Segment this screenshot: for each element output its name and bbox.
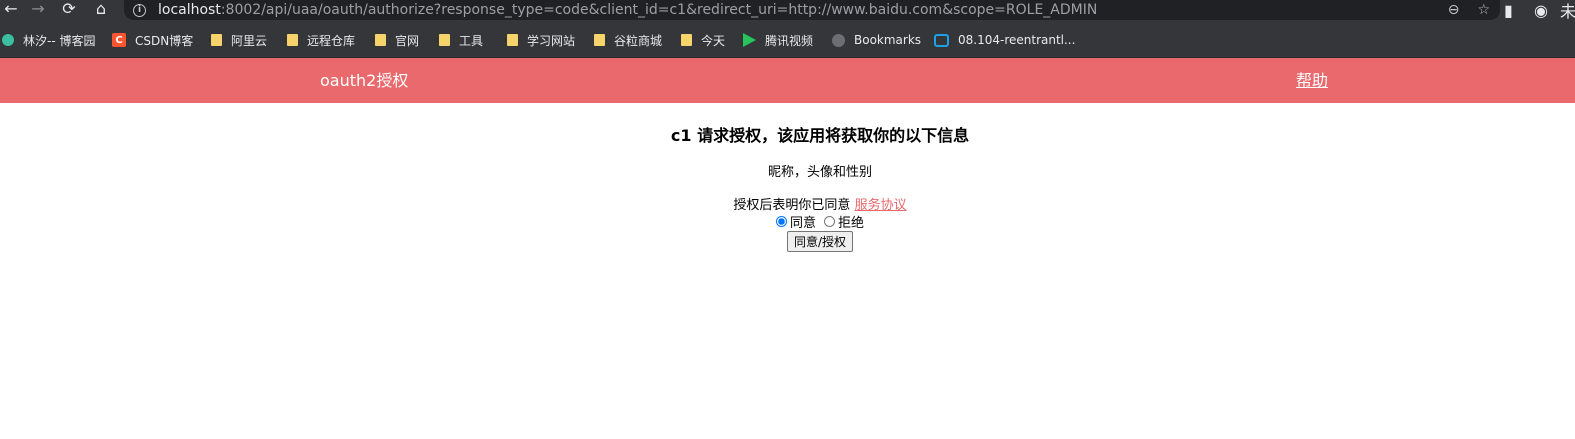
site-info-icon[interactable]: i [133, 3, 146, 17]
folder-icon [211, 34, 222, 46]
globe-icon [832, 33, 845, 47]
bookmark-item[interactable]: 学习网站 [507, 22, 575, 58]
address-bar[interactable]: i localhost:8002/api/uaa/oauth/authorize… [124, 0, 1500, 20]
approve-radio[interactable] [775, 216, 787, 227]
folder-icon [375, 34, 386, 46]
home-icon[interactable]: ⌂ [90, 0, 112, 18]
bookmark-label: Bookmarks [854, 33, 922, 47]
bookmark-item[interactable]: 今天 [681, 22, 725, 58]
agreement-prefix: 授权后表明你已同意 [733, 198, 855, 213]
browser-toolbar: ← → ⟳ ⌂ i localhost:8002/api/uaa/oauth/a… [0, 0, 1575, 22]
bookmark-item[interactable]: 官网 [375, 22, 419, 58]
bookmark-label: 官网 [395, 33, 420, 48]
bookmark-item[interactable]: C CSDN博客 [112, 22, 193, 58]
approve-label: 同意 [789, 216, 816, 231]
bookmark-item[interactable]: 08.104-reentrantl... [934, 22, 1075, 58]
approval-form: 同意 拒绝 [0, 212, 1575, 231]
bilibili-icon [934, 33, 949, 47]
url-path: :8002/api/uaa/oauth/authorize?response_t… [220, 2, 1098, 18]
bookmark-label: 谷粒商城 [614, 33, 663, 48]
bookmark-item[interactable]: Bookmarks [832, 22, 921, 58]
bookmark-label: 今天 [701, 33, 726, 48]
approve-option[interactable]: 同意 [775, 212, 816, 231]
page-title: c1 请求授权，该应用将获取你的以下信息 [670, 126, 970, 145]
bookmark-item[interactable]: 谷粒商城 [594, 22, 662, 58]
bookmark-star-icon[interactable]: ☆ [1477, 2, 1490, 18]
agreement-text: 授权后表明你已同意 服务协议 [0, 194, 1575, 213]
folder-icon [439, 34, 450, 46]
bookmark-item[interactable]: 林汐-- 博客园 [2, 22, 95, 58]
profile-icon[interactable]: 未 [1560, 0, 1575, 21]
url-host: localhost [158, 2, 221, 18]
folder-icon [287, 34, 298, 46]
url-text[interactable]: localhost:8002/api/uaa/oauth/authorize?r… [158, 2, 1097, 18]
help-link[interactable]: 帮助 [1296, 58, 1328, 103]
bookmark-item[interactable]: 腾讯视频 [743, 22, 813, 58]
brand-title: oauth2授权 [320, 71, 409, 90]
forward-icon[interactable]: → [27, 0, 49, 18]
bookmark-label: 林汐-- 博客园 [23, 33, 96, 48]
bookmark-item[interactable]: 工具 [439, 22, 483, 58]
folder-icon [594, 34, 605, 46]
folder-icon [507, 34, 518, 46]
back-icon[interactable]: ← [0, 0, 22, 18]
bookmark-label: 阿里云 [231, 33, 268, 48]
scope-info: 昵称，头像和性别 [767, 165, 872, 180]
bookmark-item[interactable]: 阿里云 [211, 22, 267, 58]
bookmark-label: 学习网站 [527, 33, 576, 48]
reload-icon[interactable]: ⟳ [58, 0, 80, 18]
bookmark-label: CSDN博客 [135, 33, 194, 48]
bookmarks-bar: 林汐-- 博客园 C CSDN博客 阿里云 远程仓库 官网 工具 学习网站 谷粒商… [0, 22, 1575, 58]
submit-row: 同意/授权 [0, 231, 1575, 252]
bookmark-label: 工具 [459, 33, 484, 48]
bookmark-label: 远程仓库 [307, 33, 356, 48]
folder-icon [681, 34, 692, 46]
cnblogs-icon [2, 34, 14, 46]
zoom-icon[interactable]: ⊖ [1448, 2, 1460, 18]
page-header: oauth2授权 帮助 [0, 58, 1575, 103]
deny-label: 拒绝 [838, 216, 865, 231]
side-panel-icon[interactable]: ▮ [1504, 0, 1513, 20]
bookmark-label: 腾讯视频 [765, 33, 814, 48]
video-icon [743, 33, 756, 47]
incognito-icon[interactable]: ◉ [1534, 0, 1548, 20]
bookmark-item[interactable]: 远程仓库 [287, 22, 355, 58]
service-agreement-link[interactable]: 服务协议 [855, 198, 907, 213]
bookmark-label: 08.104-reentrantl... [958, 33, 1076, 47]
deny-radio[interactable] [824, 216, 835, 227]
deny-option[interactable]: 拒绝 [824, 212, 864, 231]
authorize-button[interactable]: 同意/授权 [786, 231, 854, 252]
csdn-icon: C [112, 33, 126, 47]
